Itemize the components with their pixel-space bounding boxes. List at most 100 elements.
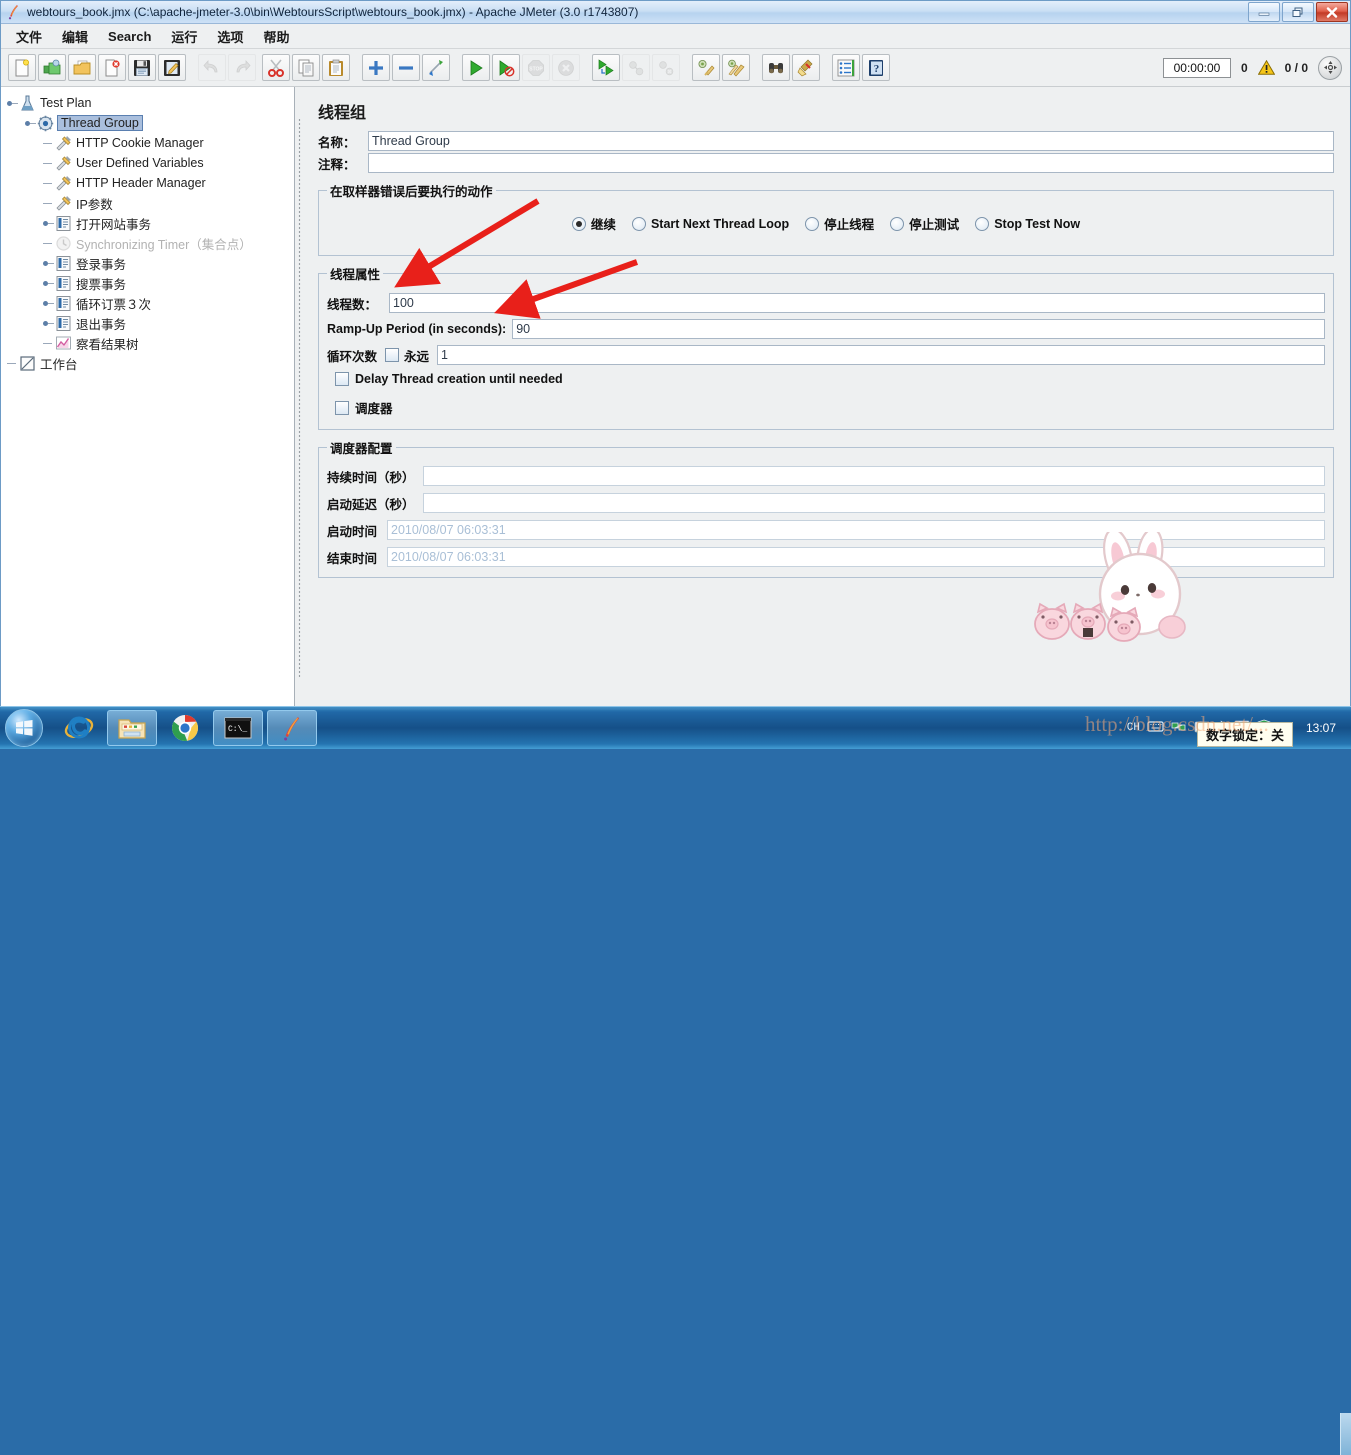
radio-indicator[interactable] <box>571 216 586 231</box>
paste-clipboard-icon[interactable] <box>322 54 350 81</box>
startup-delay-input[interactable] <box>423 493 1325 513</box>
copy-icon[interactable] <box>292 54 320 81</box>
maximize-restore-button[interactable] <box>1282 2 1314 22</box>
taskbar-clock[interactable]: 13:07 <box>1299 721 1343 735</box>
toggle-enable-icon[interactable] <box>422 54 450 81</box>
numlock-tooltip: 数字锁定：关 <box>1196 722 1293 747</box>
menu-run[interactable]: 运行 <box>162 24 206 49</box>
tree-node[interactable]: 退出事务 <box>7 313 294 333</box>
on-sampler-error-option[interactable]: 停止线程 <box>805 214 874 233</box>
collapse-all-minus-icon[interactable] <box>392 54 420 81</box>
save-as-icon[interactable] <box>158 54 186 81</box>
test-plan-tree[interactable]: Test Plan Thread Group HTTP Cookie Manager… <box>1 87 295 710</box>
error-count: 0 <box>1240 60 1248 75</box>
clear-all-icon[interactable] <box>722 54 750 81</box>
menu-help[interactable]: 帮助 <box>254 24 298 49</box>
ramp-up-input[interactable]: 90 <box>512 319 1325 339</box>
on-sampler-error-option[interactable]: Start Next Thread Loop <box>631 216 789 231</box>
transaction-controller-icon <box>55 315 72 332</box>
tree-node-stub <box>43 238 54 249</box>
internet-explorer-icon[interactable] <box>55 711 103 745</box>
templates-icon[interactable] <box>38 54 66 81</box>
help-book-icon[interactable]: ? <box>862 54 890 81</box>
close-file-icon[interactable] <box>98 54 126 81</box>
function-helper-icon[interactable] <box>832 54 860 81</box>
tree-node-toggle-icon[interactable] <box>7 98 18 109</box>
tree-node-toggle-icon[interactable] <box>43 298 54 309</box>
tree-node-toggle-icon[interactable] <box>43 258 54 269</box>
command-prompt-icon[interactable]: C:\_ <box>213 710 263 746</box>
input-method-indicator[interactable]: CH <box>1127 722 1140 734</box>
tree-node[interactable]: 打开网站事务 <box>7 213 294 233</box>
shutdown-icon <box>552 54 580 81</box>
radio-indicator[interactable] <box>805 216 820 231</box>
menu-search[interactable]: Search <box>99 26 160 47</box>
menu-edit[interactable]: 编辑 <box>53 24 97 49</box>
show-desktop-button[interactable] <box>1340 1413 1351 1455</box>
remote-start-all-icon[interactable] <box>592 54 620 81</box>
on-sampler-error-option[interactable]: Stop Test Now <box>975 216 1081 231</box>
save-icon[interactable] <box>128 54 156 81</box>
windows-start-orb-icon[interactable] <box>5 709 43 747</box>
duration-input[interactable] <box>423 466 1325 486</box>
network-icon[interactable] <box>1171 720 1187 737</box>
close-button[interactable] <box>1316 2 1348 22</box>
menu-file[interactable]: 文件 <box>7 24 51 49</box>
tree-node[interactable]: 循环订票３次 <box>7 293 294 313</box>
start-no-pauses-icon[interactable] <box>492 54 520 81</box>
tree-node[interactable]: Thread Group <box>7 113 294 133</box>
jmeter-feather-icon[interactable] <box>267 710 317 746</box>
tree-node[interactable]: HTTP Header Manager <box>7 173 294 193</box>
radio-label: Stop Test Now <box>994 216 1081 231</box>
delay-thread-creation-row[interactable]: Delay Thread creation until needed <box>335 372 1325 386</box>
tree-node[interactable]: Test Plan <box>7 93 294 113</box>
tree-node-stub <box>43 178 54 189</box>
tree-node-toggle-icon[interactable] <box>43 278 54 289</box>
comment-row: 注释： <box>318 153 1334 173</box>
split-divider[interactable] <box>295 87 304 710</box>
num-threads-input[interactable]: 100 <box>389 293 1325 313</box>
tree-node[interactable]: 搜票事务 <box>7 273 294 293</box>
scheduler-checkbox[interactable] <box>335 400 349 415</box>
forever-checkbox[interactable] <box>385 348 400 362</box>
minimize-button[interactable] <box>1248 2 1280 22</box>
on-sampler-error-option[interactable]: 停止测试 <box>890 214 959 233</box>
reset-search-broom-icon[interactable] <box>792 54 820 81</box>
open-folder-icon[interactable] <box>68 54 96 81</box>
warning-triangle-icon[interactable] <box>1257 59 1275 75</box>
name-input[interactable]: Thread Group <box>368 131 1334 151</box>
tree-node[interactable]: Synchronizing Timer（集合点） <box>7 233 294 253</box>
new-file-icon[interactable] <box>8 54 36 81</box>
radio-indicator[interactable] <box>631 216 646 231</box>
tree-node[interactable]: 登录事务 <box>7 253 294 273</box>
search-binoculars-icon[interactable] <box>762 54 790 81</box>
menu-options[interactable]: 选项 <box>208 24 252 49</box>
tree-root: Test Plan Thread Group HTTP Cookie Manager… <box>1 87 294 373</box>
file-explorer-icon[interactable] <box>107 710 157 746</box>
tree-node-toggle-icon[interactable] <box>43 218 54 229</box>
delay-thread-creation-checkbox[interactable] <box>335 372 349 386</box>
tree-node-toggle-icon[interactable] <box>25 118 36 129</box>
start-play-icon[interactable] <box>462 54 490 81</box>
expand-arrows-icon[interactable] <box>1318 55 1342 80</box>
radio-indicator[interactable] <box>890 216 905 231</box>
tree-node-toggle-icon[interactable] <box>43 318 54 329</box>
cut-scissors-icon[interactable] <box>262 54 290 81</box>
tree-node[interactable]: User Defined Variables <box>7 153 294 173</box>
scheduler-row[interactable]: 调度器 <box>335 398 1325 417</box>
tree-node[interactable]: HTTP Cookie Manager <box>7 133 294 153</box>
keyboard-icon[interactable] <box>1147 720 1164 736</box>
google-chrome-icon[interactable] <box>161 711 209 745</box>
tree-node[interactable]: IP参数 <box>7 193 294 213</box>
tree-node[interactable]: 察看结果树 <box>7 333 294 353</box>
loop-count-input[interactable]: 1 <box>437 345 1325 365</box>
expand-all-plus-icon[interactable] <box>362 54 390 81</box>
tree-node[interactable]: 工作台 <box>7 353 294 373</box>
clear-icon[interactable] <box>692 54 720 81</box>
thread-properties-group: 线程属性 线程数： 100 Ramp-Up Period (in seconds… <box>318 264 1334 430</box>
radio-indicator[interactable] <box>975 216 990 231</box>
startup-delay-row: 启动延迟（秒） <box>327 493 1325 513</box>
comment-input[interactable] <box>368 153 1334 173</box>
on-sampler-error-option[interactable]: 继续 <box>571 214 616 233</box>
ramp-up-row: Ramp-Up Period (in seconds): 90 <box>327 319 1325 339</box>
